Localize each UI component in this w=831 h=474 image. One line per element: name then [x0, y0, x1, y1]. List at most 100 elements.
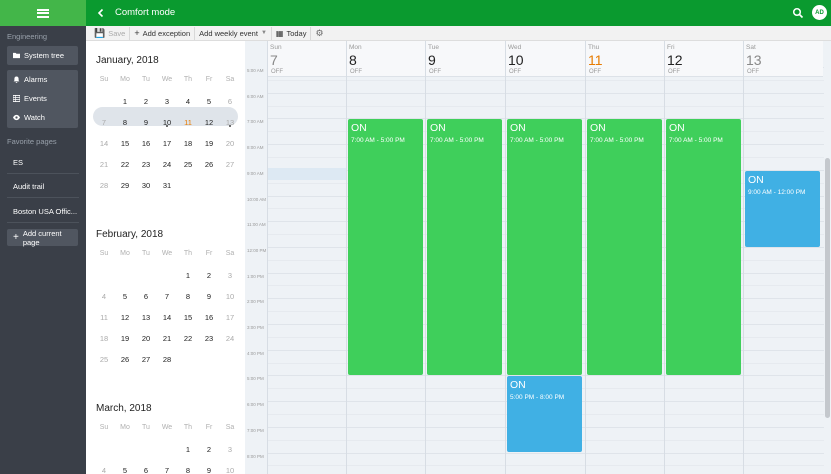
calendar-day[interactable]: 27 — [221, 160, 239, 169]
schedule-event[interactable]: ON 9:00 AM - 12:00 PM — [745, 170, 820, 247]
calendar-day[interactable]: 13 — [137, 313, 155, 322]
calendar-day[interactable]: 22 — [116, 160, 134, 169]
calendar-day[interactable]: 11 — [95, 313, 113, 322]
calendar-day[interactable]: 9 — [200, 466, 218, 474]
event-time-range: 9:00 AM - 12:00 PM — [748, 188, 806, 196]
time-label: 11:00 AM — [247, 222, 266, 228]
save-button[interactable]: 💾 Save — [90, 26, 131, 40]
calendar-day[interactable]: 14 — [158, 313, 176, 322]
calendar-day[interactable]: 24 — [158, 160, 176, 169]
calendar-day[interactable]: 10 — [221, 466, 239, 474]
calendar-day[interactable]: 30 — [137, 181, 155, 190]
calendar-day[interactable]: 20 — [221, 139, 239, 148]
calendar-day[interactable]: 8 — [179, 292, 197, 301]
chevron-left-icon[interactable] — [95, 7, 107, 19]
calendar-day[interactable]: 19 — [116, 334, 134, 343]
hamburger-icon — [37, 8, 49, 18]
calendar-day[interactable]: 8 — [116, 118, 134, 127]
calendar-day[interactable]: 25 — [179, 160, 197, 169]
calendar-day[interactable]: 18 — [179, 139, 197, 148]
schedule-event[interactable]: ON 7:00 AM - 5:00 PM — [507, 119, 582, 376]
schedule-event[interactable]: ON 7:00 AM - 5:00 PM — [666, 119, 741, 376]
calendar-day[interactable]: 9 — [137, 118, 155, 127]
calendar-day[interactable]: 2 — [200, 445, 218, 454]
add-current-page-button[interactable]: + Add current page — [7, 229, 78, 247]
user-avatar[interactable]: AD — [812, 5, 827, 20]
favorite-page-audit-trail[interactable]: Audit trail — [7, 177, 79, 195]
calendar-day[interactable]: 9 — [200, 292, 218, 301]
calendar-day[interactable]: 26 — [116, 355, 134, 364]
add-weekly-event-dropdown[interactable]: Add weekly event ▼ — [195, 26, 272, 40]
calendar-day[interactable]: 8 — [179, 466, 197, 474]
sidebar-item-system-tree[interactable]: System tree — [7, 46, 78, 65]
calendar-day[interactable]: 18 — [95, 334, 113, 343]
calendar-day[interactable]: 31 — [158, 181, 176, 190]
calendar-day[interactable]: 6 — [221, 97, 239, 106]
calendar-day[interactable]: 12 — [200, 118, 218, 127]
calendar-day[interactable]: 22 — [179, 334, 197, 343]
calendar-day[interactable]: 16 — [137, 139, 155, 148]
calendar-day[interactable]: 4 — [95, 292, 113, 301]
calendar-day[interactable]: 5 — [200, 97, 218, 106]
search-icon[interactable] — [792, 7, 804, 19]
calendar-day[interactable]: 5 — [116, 292, 134, 301]
settings-button[interactable]: ⚙ — [311, 27, 327, 40]
calendar-day[interactable]: 27 — [137, 355, 155, 364]
calendar-day[interactable]: 4 — [95, 466, 113, 474]
today-button[interactable]: ▦ Today — [272, 26, 312, 40]
calendar-day[interactable]: 28 — [158, 355, 176, 364]
calendar-day[interactable]: 21 — [95, 160, 113, 169]
scrollbar-thumb[interactable] — [825, 158, 830, 418]
day-header: Thu 11 OFF — [586, 41, 665, 77]
calendar-day[interactable]: 6 — [137, 292, 155, 301]
schedule-event[interactable]: ON 7:00 AM - 5:00 PM — [348, 119, 423, 376]
schedule-event[interactable]: ON 7:00 AM - 5:00 PM — [427, 119, 502, 376]
calendar-day[interactable]: 3 — [221, 445, 239, 454]
calendar-day[interactable]: 1 — [179, 271, 197, 280]
sidebar-item-alarms[interactable]: Alarms — [7, 70, 78, 89]
calendar-day[interactable]: 21 — [158, 334, 176, 343]
calendar-day[interactable]: 1 — [116, 97, 134, 106]
calendar-day[interactable]: 17 — [158, 139, 176, 148]
calendar-day[interactable]: 3 — [221, 271, 239, 280]
calendar-day[interactable]: 24 — [221, 334, 239, 343]
calendar-day[interactable]: 12 — [116, 313, 134, 322]
calendar-day[interactable]: 29 — [116, 181, 134, 190]
calendar-day[interactable]: 10 — [221, 292, 239, 301]
calendar-day[interactable]: 5 — [116, 466, 134, 474]
day-column[interactable]: Sun 7 OFF — [267, 41, 347, 474]
month-title: March, 2018 — [96, 403, 152, 414]
schedule-event[interactable]: ON 5:00 PM - 8:00 PM — [507, 376, 582, 453]
calendar-day[interactable]: 4 — [179, 97, 197, 106]
calendar-day[interactable]: 14 — [95, 139, 113, 148]
schedule-event[interactable]: ON 7:00 AM - 5:00 PM — [587, 119, 662, 376]
calendar-day[interactable]: 7 — [158, 466, 176, 474]
calendar-day[interactable]: 2 — [200, 271, 218, 280]
calendar-day[interactable]: 1 — [179, 445, 197, 454]
calendar-day[interactable]: 2 — [137, 97, 155, 106]
menu-toggle-button[interactable] — [0, 0, 86, 26]
calendar-day[interactable]: 26 — [200, 160, 218, 169]
day-header: Mon 8 OFF — [347, 41, 426, 77]
calendar-day[interactable]: 20 — [137, 334, 155, 343]
calendar-day[interactable]: 23 — [137, 160, 155, 169]
calendar-day[interactable]: 3 — [158, 97, 176, 106]
sidebar-item-events[interactable]: Events — [7, 89, 78, 108]
calendar-day[interactable]: 28 — [95, 181, 113, 190]
calendar-day[interactable]: 15 — [116, 139, 134, 148]
add-exception-button[interactable]: + Add exception — [130, 26, 196, 40]
calendar-day[interactable]: 7 — [95, 118, 113, 127]
calendar-day[interactable]: 7 — [158, 292, 176, 301]
favorite-page-es[interactable]: ES — [7, 153, 79, 171]
calendar-day[interactable]: 23 — [200, 334, 218, 343]
calendar-day[interactable]: 25 — [95, 355, 113, 364]
calendar-day[interactable]: 17 — [221, 313, 239, 322]
day-column[interactable]: Sat 13 OFF — [743, 41, 823, 474]
calendar-day[interactable]: 15 — [179, 313, 197, 322]
calendar-day[interactable]: 16 — [200, 313, 218, 322]
calendar-day[interactable]: 6 — [137, 466, 155, 474]
calendar-day[interactable]: 11 — [179, 118, 197, 127]
calendar-day[interactable]: 19 — [200, 139, 218, 148]
sidebar-item-watch[interactable]: Watch — [7, 108, 78, 127]
favorite-page-boston[interactable]: Boston USA Offic... — [7, 202, 79, 220]
